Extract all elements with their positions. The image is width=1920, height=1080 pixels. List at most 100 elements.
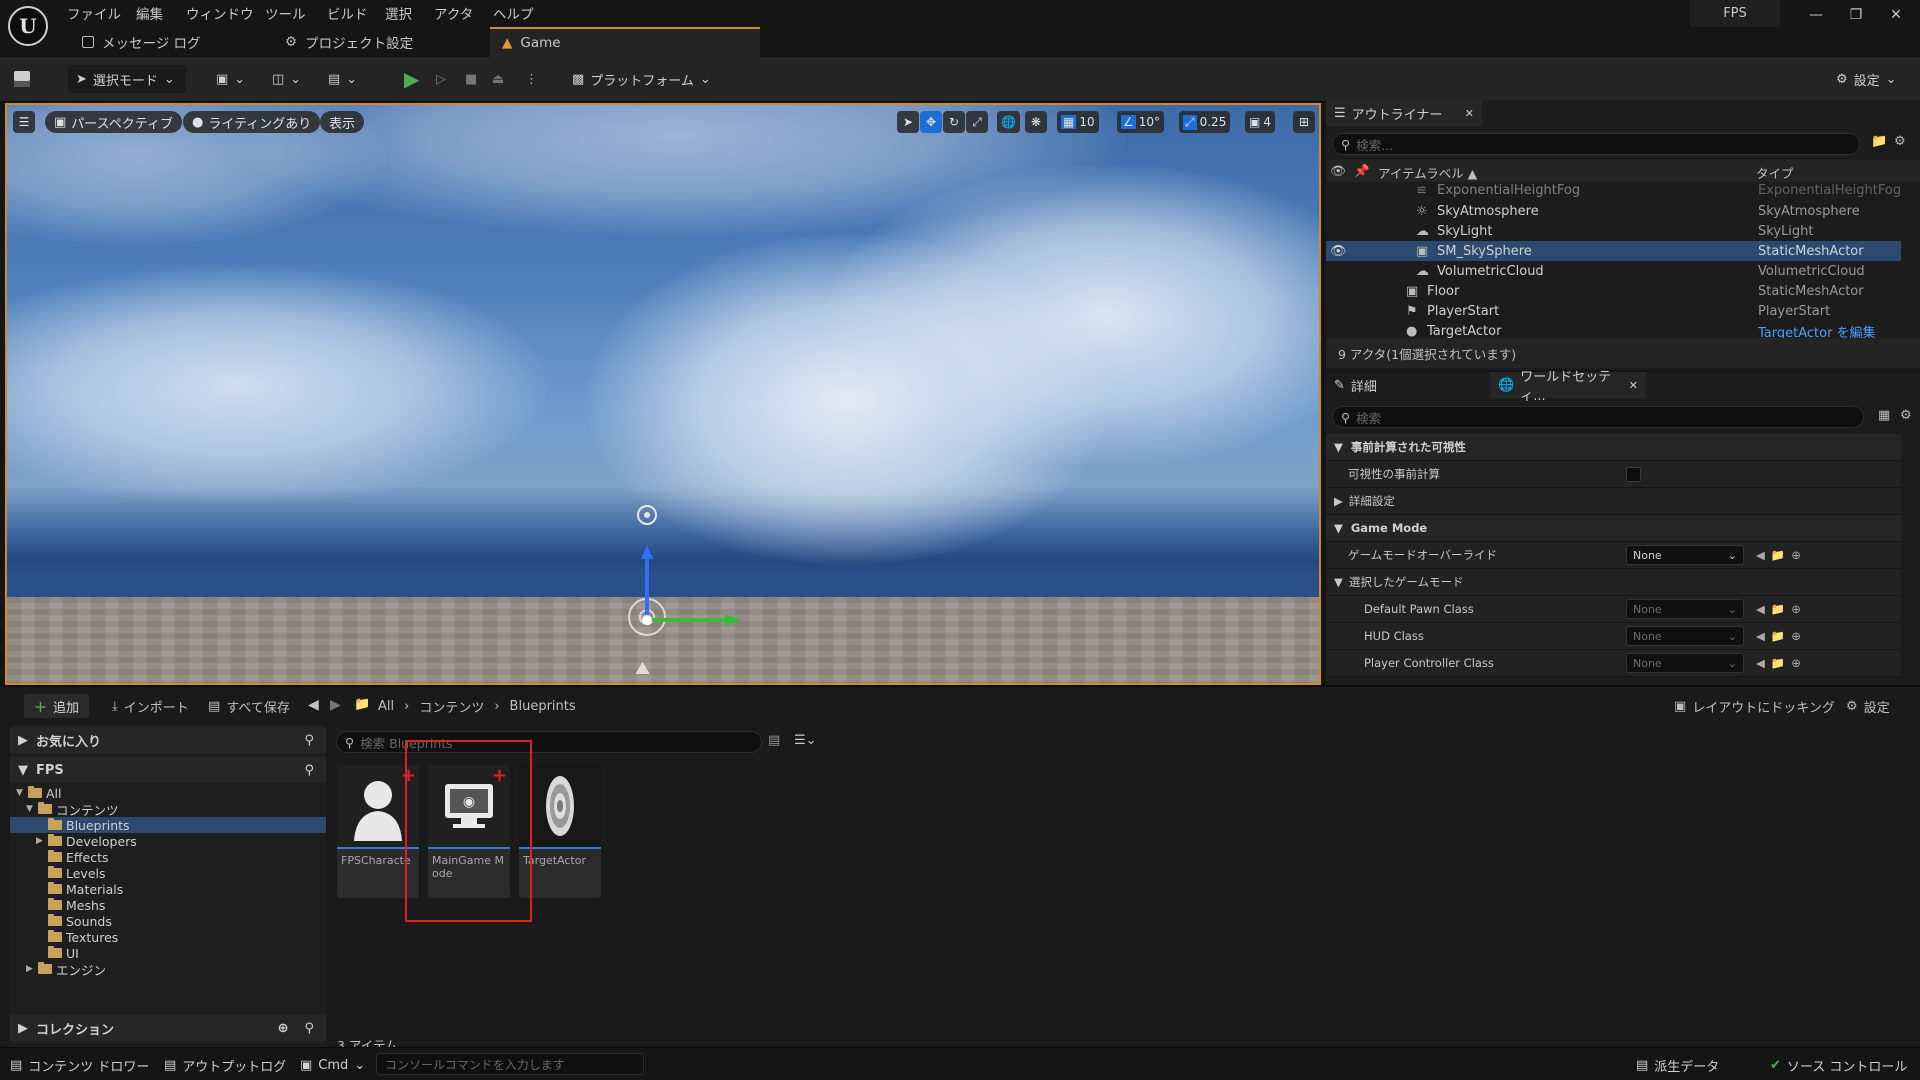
tree-folder[interactable]: Effects (10, 849, 326, 865)
close-icon[interactable]: ✕ (1465, 107, 1474, 120)
browse-back-icon[interactable]: ◀ (1756, 602, 1765, 616)
tab-game[interactable]: ▲ Game (490, 27, 760, 57)
folder-icon[interactable]: 📁 (1771, 548, 1785, 562)
menu-edit[interactable]: 編集 (136, 3, 163, 23)
menu-file[interactable]: ファイル (67, 3, 121, 23)
camera-speed-button[interactable]: ▣ 4 (1245, 111, 1275, 133)
menu-tools[interactable]: ツール (265, 3, 306, 23)
settings-dropdown[interactable]: ⚙ 設定 ⌄ (1836, 65, 1897, 93)
table-view-icon[interactable]: ▦ (1878, 408, 1890, 423)
gear-icon[interactable]: ⚙ (1894, 134, 1906, 149)
tree-folder[interactable]: Sounds (10, 913, 326, 929)
save-search-icon[interactable]: ▤ (768, 733, 780, 748)
close-icon[interactable]: ✕ (1629, 379, 1638, 392)
precompute-checkbox[interactable] (1626, 467, 1641, 482)
visibility-eye-icon[interactable]: 👁 (1330, 244, 1347, 259)
lighting-dropdown[interactable]: ● ライティングあり (183, 111, 321, 133)
expand-arrow-icon[interactable]: ▼ (26, 804, 38, 814)
content-drawer-button[interactable]: ▤ コンテンツ ドロワー (10, 1054, 149, 1076)
browse-back-icon[interactable]: ◀ (1756, 656, 1765, 670)
console-input[interactable]: コンソールコマンドを入力します (376, 1053, 644, 1075)
folder-icon[interactable]: 📁 (354, 697, 370, 712)
transform-gizmo[interactable] (597, 495, 757, 675)
tree-folder[interactable]: Textures (10, 929, 326, 945)
add-actor-button[interactable]: ▣ ⌄ (216, 65, 245, 93)
browse-back-icon[interactable]: ◀ (1756, 548, 1765, 562)
surface-snap-button[interactable]: ❋ (1025, 111, 1047, 133)
tab-details[interactable]: ✎ 詳細 (1326, 372, 1486, 398)
import-button[interactable]: ⤓ インポート (112, 697, 189, 716)
unreal-logo-icon[interactable]: U (8, 6, 48, 46)
blueprint-button[interactable]: ◫ ⌄ (272, 65, 301, 93)
source-control-button[interactable]: ✔ ソース コントロール (1770, 1054, 1907, 1076)
favorites-section[interactable]: ▶ お気に入り ⚲ (10, 727, 326, 753)
platform-dropdown[interactable]: ▩ プラットフォーム ⌄ (572, 65, 711, 93)
tree-folder[interactable]: ▼ コンテンツ (10, 801, 326, 818)
add-button[interactable]: ＋ 追加 (24, 694, 90, 718)
tree-folder[interactable]: Blueprints (10, 817, 326, 833)
show-dropdown[interactable]: 表示 (320, 111, 365, 133)
outliner-row[interactable]: ☁ SkyLight SkyLight (1326, 221, 1901, 241)
search-icon[interactable]: ⚲ (304, 1021, 314, 1036)
tab-outliner[interactable]: ☰ アウトライナー ✕ (1326, 100, 1482, 126)
default-pawn-combo[interactable]: None ⌄ (1626, 599, 1744, 619)
menu-select[interactable]: 選択 (385, 3, 412, 23)
play-button[interactable]: ▶ (404, 65, 419, 93)
expand-arrow-icon[interactable]: ▼ (16, 788, 28, 798)
advance-frame-button[interactable]: ▷ (436, 65, 446, 93)
tab-message-log[interactable]: メッセージ ログ (70, 27, 213, 57)
move-tool-button[interactable]: ✥ (920, 111, 942, 133)
add-icon[interactable]: ⊕ (1791, 548, 1801, 562)
add-icon[interactable]: ⊕ (1791, 602, 1801, 616)
select-mode-dropdown[interactable]: ➤ 選択モード ⌄ (68, 65, 186, 93)
save-all-button[interactable]: ▤ すべて保存 (208, 697, 290, 716)
breadcrumb-blueprints[interactable]: Blueprints (510, 699, 576, 714)
collections-section[interactable]: ▶ コレクション ⊕ ⚲ (10, 1015, 326, 1041)
gear-icon[interactable]: ⚙ (1900, 408, 1912, 423)
hud-class-combo[interactable]: None ⌄ (1626, 626, 1744, 646)
folder-icon[interactable]: 📁 (1771, 629, 1785, 643)
history-back-icon[interactable]: ◀ (308, 697, 319, 713)
menu-actor[interactable]: アクタ (434, 3, 473, 23)
level-viewport[interactable]: ⛰ ☰ ▣ パースペクティブ ● ライティングあり 表示 ➤ ✥ ↻ ⤢ 🌐 ❋… (5, 103, 1321, 685)
menu-build[interactable]: ビルド (327, 3, 368, 23)
tab-project-settings[interactable]: ⚙ プロジェクト設定 (273, 27, 425, 57)
rotation-snap-button[interactable]: ∠ 10° (1117, 111, 1165, 133)
player-controller-combo[interactable]: None ⌄ (1626, 653, 1744, 673)
perspective-dropdown[interactable]: ▣ パースペクティブ (45, 111, 182, 133)
grid-snap-button[interactable]: ▦ 10 (1057, 111, 1099, 133)
output-log-button[interactable]: ▤ アウトプットログ (164, 1054, 286, 1076)
tree-folder[interactable]: Meshs (10, 897, 326, 913)
world-local-button[interactable]: 🌐 (997, 111, 1020, 133)
pin-icon[interactable]: 📌 (1354, 163, 1370, 179)
minimize-button[interactable]: — (1796, 0, 1836, 30)
folder-icon[interactable]: 📁 (1771, 656, 1785, 670)
outliner-row[interactable]: ☼ SkyAtmosphere SkyAtmosphere (1326, 201, 1901, 221)
history-forward-icon[interactable]: ▶ (330, 697, 341, 713)
rotate-tool-button[interactable]: ↻ (943, 111, 965, 133)
tab-world-settings[interactable]: 🌐 ワールドセッティ... ✕ (1490, 370, 1646, 404)
outliner-row[interactable]: ☁ VolumetricCloud VolumetricCloud (1326, 261, 1901, 281)
advanced-row[interactable]: ▶ 詳細設定 (1326, 488, 1901, 515)
dock-in-layout-button[interactable]: ▣ レイアウトにドッキング (1674, 697, 1835, 716)
save-level-button[interactable] (14, 65, 30, 93)
game-mode-override-combo[interactable]: None ⌄ (1626, 545, 1744, 565)
outliner-row[interactable]: ⚑ PlayerStart PlayerStart (1326, 301, 1901, 321)
visibility-eye-icon[interactable]: 👁 (1330, 163, 1346, 179)
outliner-row[interactable]: ▣ Floor StaticMeshActor (1326, 281, 1901, 301)
cinematics-button[interactable]: ▤ ⌄ (328, 65, 357, 93)
category-precomputed-visibility[interactable]: ▼ 事前計算された可視性 (1326, 434, 1901, 461)
expand-arrow-icon[interactable]: ▶ (26, 964, 38, 974)
eject-button[interactable]: ⏏ (492, 65, 504, 93)
scale-snap-button[interactable]: ⤢ 0.25 (1179, 111, 1231, 133)
cb-settings-button[interactable]: ⚙ 設定 (1846, 697, 1890, 716)
restore-button[interactable]: ❐ (1836, 0, 1876, 30)
scale-tool-button[interactable]: ⤢ (966, 111, 988, 133)
derived-data-button[interactable]: ▤ 派生データ (1636, 1054, 1719, 1076)
close-window-button[interactable]: ✕ (1876, 0, 1916, 30)
col-item-label[interactable]: アイテムラベル ▲ (1378, 163, 1477, 182)
play-options-button[interactable]: ⋮ (525, 65, 538, 93)
search-icon[interactable]: ⚲ (304, 733, 314, 748)
tree-folder[interactable]: ▶ エンジン (10, 961, 326, 978)
asset-search-input[interactable]: ⚲ 検索 Blueprints (336, 731, 762, 753)
